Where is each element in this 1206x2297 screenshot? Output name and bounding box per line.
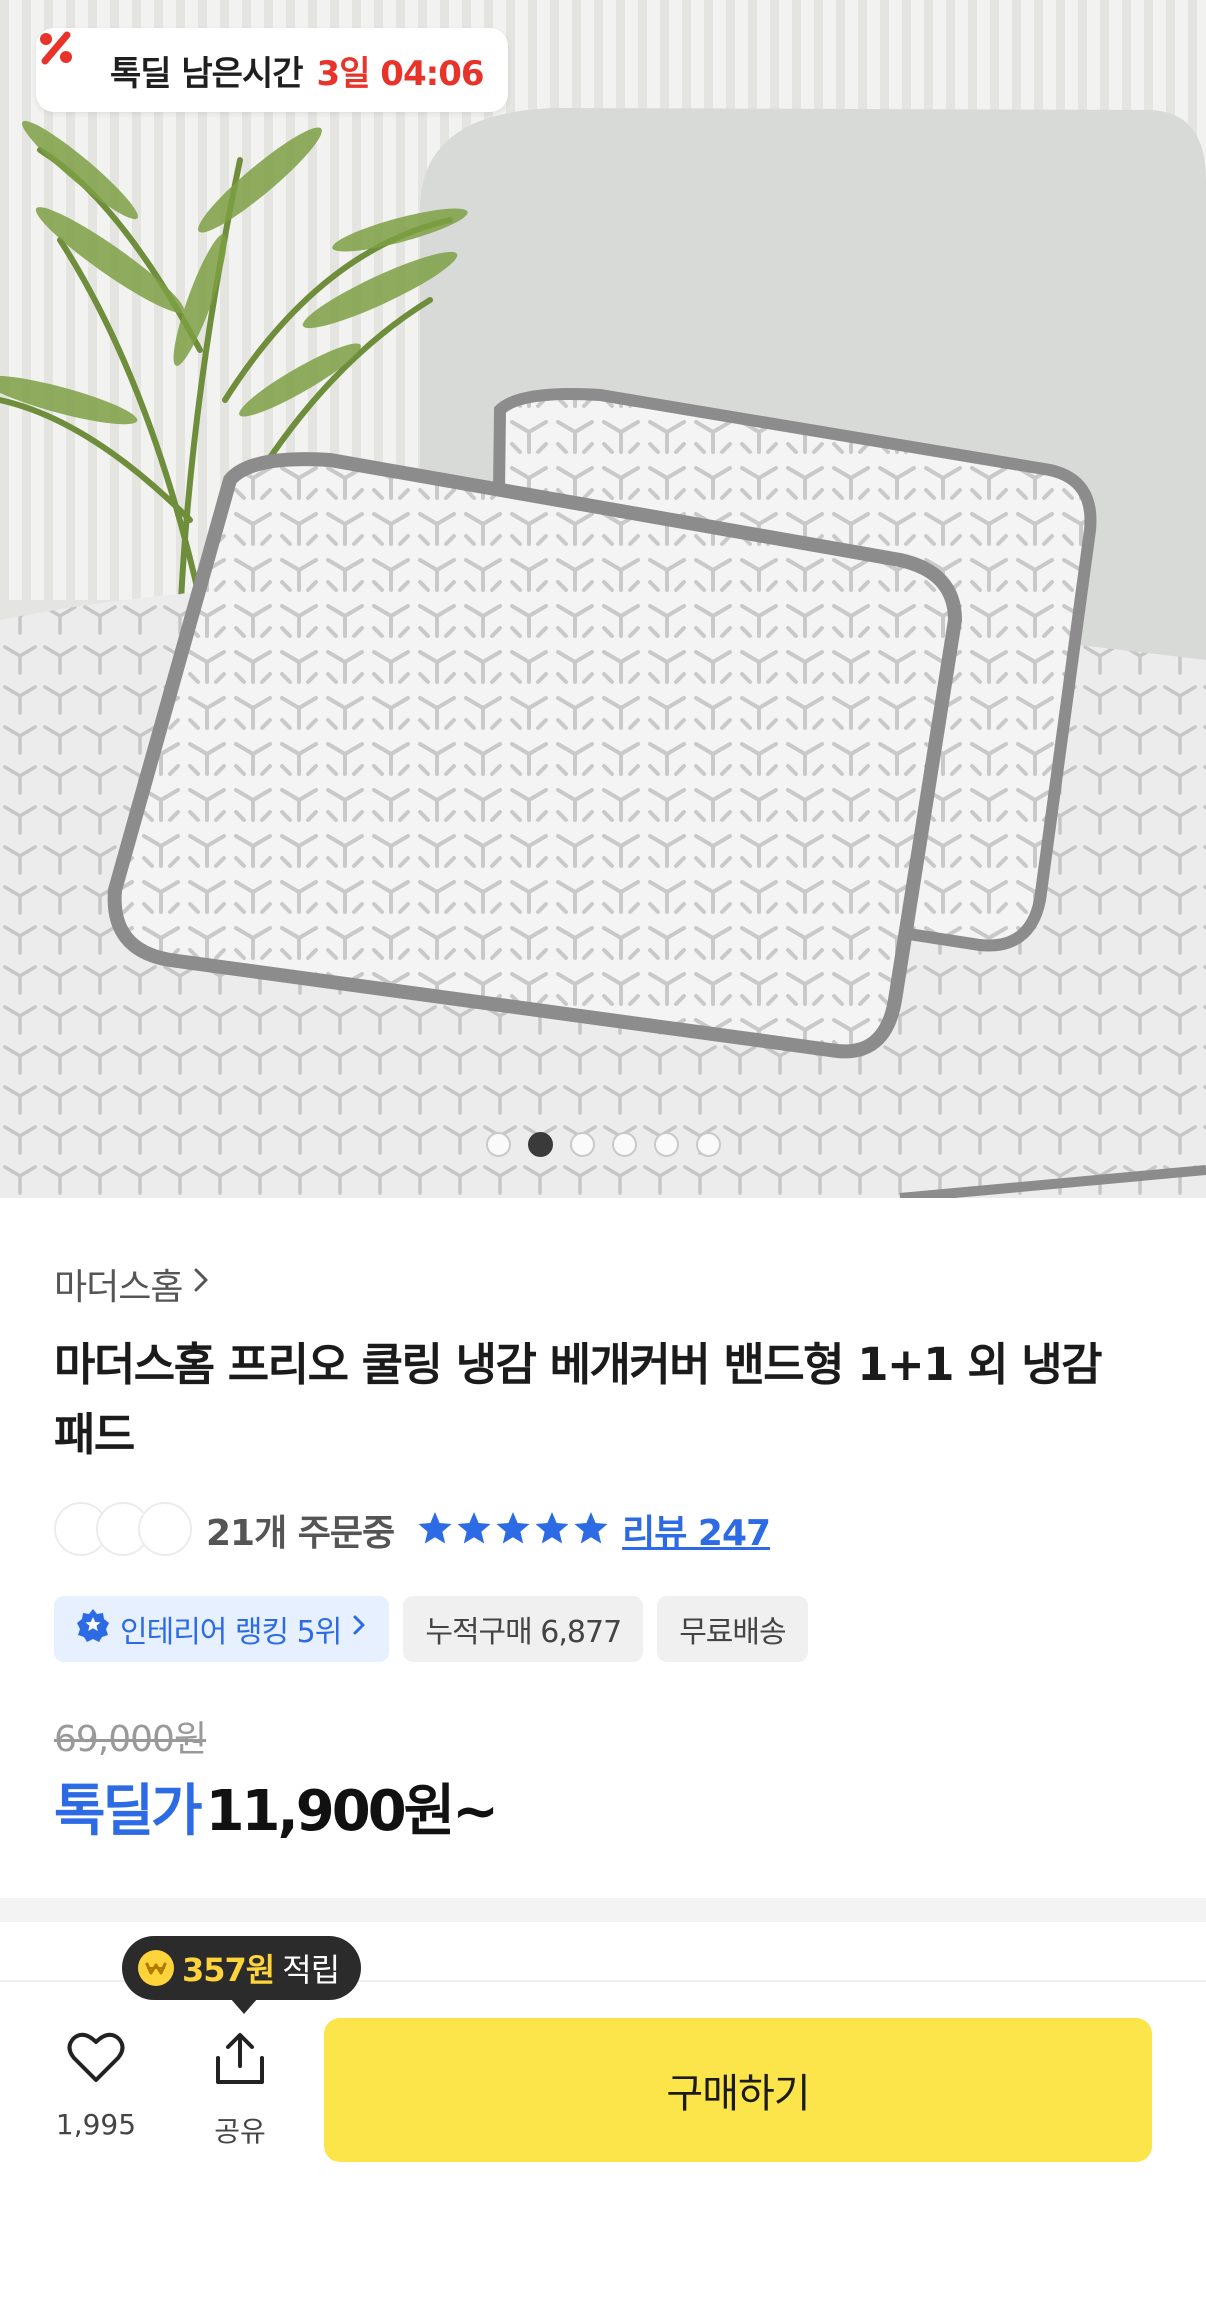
deal-timer-remaining: 3일 04:06 — [316, 53, 485, 94]
product-photo — [0, 0, 1206, 1198]
gallery-dot[interactable] — [527, 1132, 553, 1157]
gallery-dot[interactable] — [695, 1132, 721, 1157]
buy-button[interactable]: 구매하기 — [324, 2018, 1152, 2162]
deal-price: 11,900원~ — [205, 1779, 500, 1844]
gallery-pagination — [0, 1132, 1206, 1157]
like-count: 1,995 — [55, 2108, 137, 2141]
chevron-right-icon — [190, 1264, 212, 1305]
original-price: 69,000원 — [54, 1719, 207, 1760]
cumulative-purchase-chip: 누적구매 6,877 — [403, 1596, 644, 1662]
product-image-gallery[interactable]: 톡딜 남은시간 3일 04:06 — [0, 0, 1206, 1198]
brand-link[interactable]: 마더스홈 — [54, 1258, 212, 1310]
review-link[interactable]: 리뷰 247 — [622, 1504, 771, 1556]
deal-price-label: 톡딜가 — [54, 1779, 203, 1844]
product-badges: 인테리어 랭킹 5위 누적구매 6,877 무료배송 — [54, 1596, 808, 1662]
badge-star-icon — [76, 1608, 110, 1650]
star-icon — [416, 1510, 454, 1550]
star-icon — [533, 1510, 571, 1550]
buyer-avatars — [54, 1502, 192, 1558]
star-icon — [572, 1510, 610, 1550]
free-shipping-chip: 무료배송 — [657, 1596, 808, 1662]
share-label: 공유 — [214, 2115, 266, 2148]
coin-icon — [138, 1950, 174, 1986]
reward-tooltip: 357원 적립 — [122, 1936, 362, 2014]
gallery-dot[interactable] — [485, 1132, 511, 1157]
star-icon — [494, 1510, 532, 1550]
brand-name: 마더스홈 — [54, 1267, 183, 1308]
gallery-dot[interactable] — [569, 1132, 595, 1157]
avatar — [138, 1502, 192, 1556]
chevron-right-icon — [351, 1611, 367, 1647]
share-icon — [212, 2032, 268, 2090]
ranking-chip[interactable]: 인테리어 랭킹 5위 — [54, 1596, 390, 1662]
share-button[interactable]: 공유 — [180, 2032, 300, 2150]
ranking-label: 인테리어 랭킹 5위 — [120, 1615, 342, 1650]
star-icon — [455, 1510, 493, 1550]
section-divider — [0, 1898, 1206, 1922]
reward-amount: 357원 — [182, 1951, 275, 1989]
product-title: 마더스홈 프리오 쿨링 냉감 베개커버 밴드형 1+1 외 냉감패드 — [54, 1338, 1103, 1461]
rating-stars — [416, 1510, 610, 1550]
deal-timer-badge: 톡딜 남은시간 3일 04:06 — [36, 28, 508, 112]
heart-icon — [67, 2032, 125, 2088]
order-review-row: 21개 주문중 리뷰 247 — [54, 1502, 771, 1558]
like-button[interactable]: 1,995 — [36, 2032, 156, 2141]
reward-suffix: 적립 — [282, 1951, 340, 1989]
gallery-dot[interactable] — [611, 1132, 637, 1157]
deal-price-row: 톡딜가 11,900원~ — [54, 1766, 500, 1847]
gallery-dot[interactable] — [653, 1132, 679, 1157]
deal-timer-label: 톡딜 남은시간 — [110, 53, 304, 94]
percent-icon — [40, 31, 100, 92]
orders-in-progress: 21개 주문중 — [206, 1513, 395, 1554]
